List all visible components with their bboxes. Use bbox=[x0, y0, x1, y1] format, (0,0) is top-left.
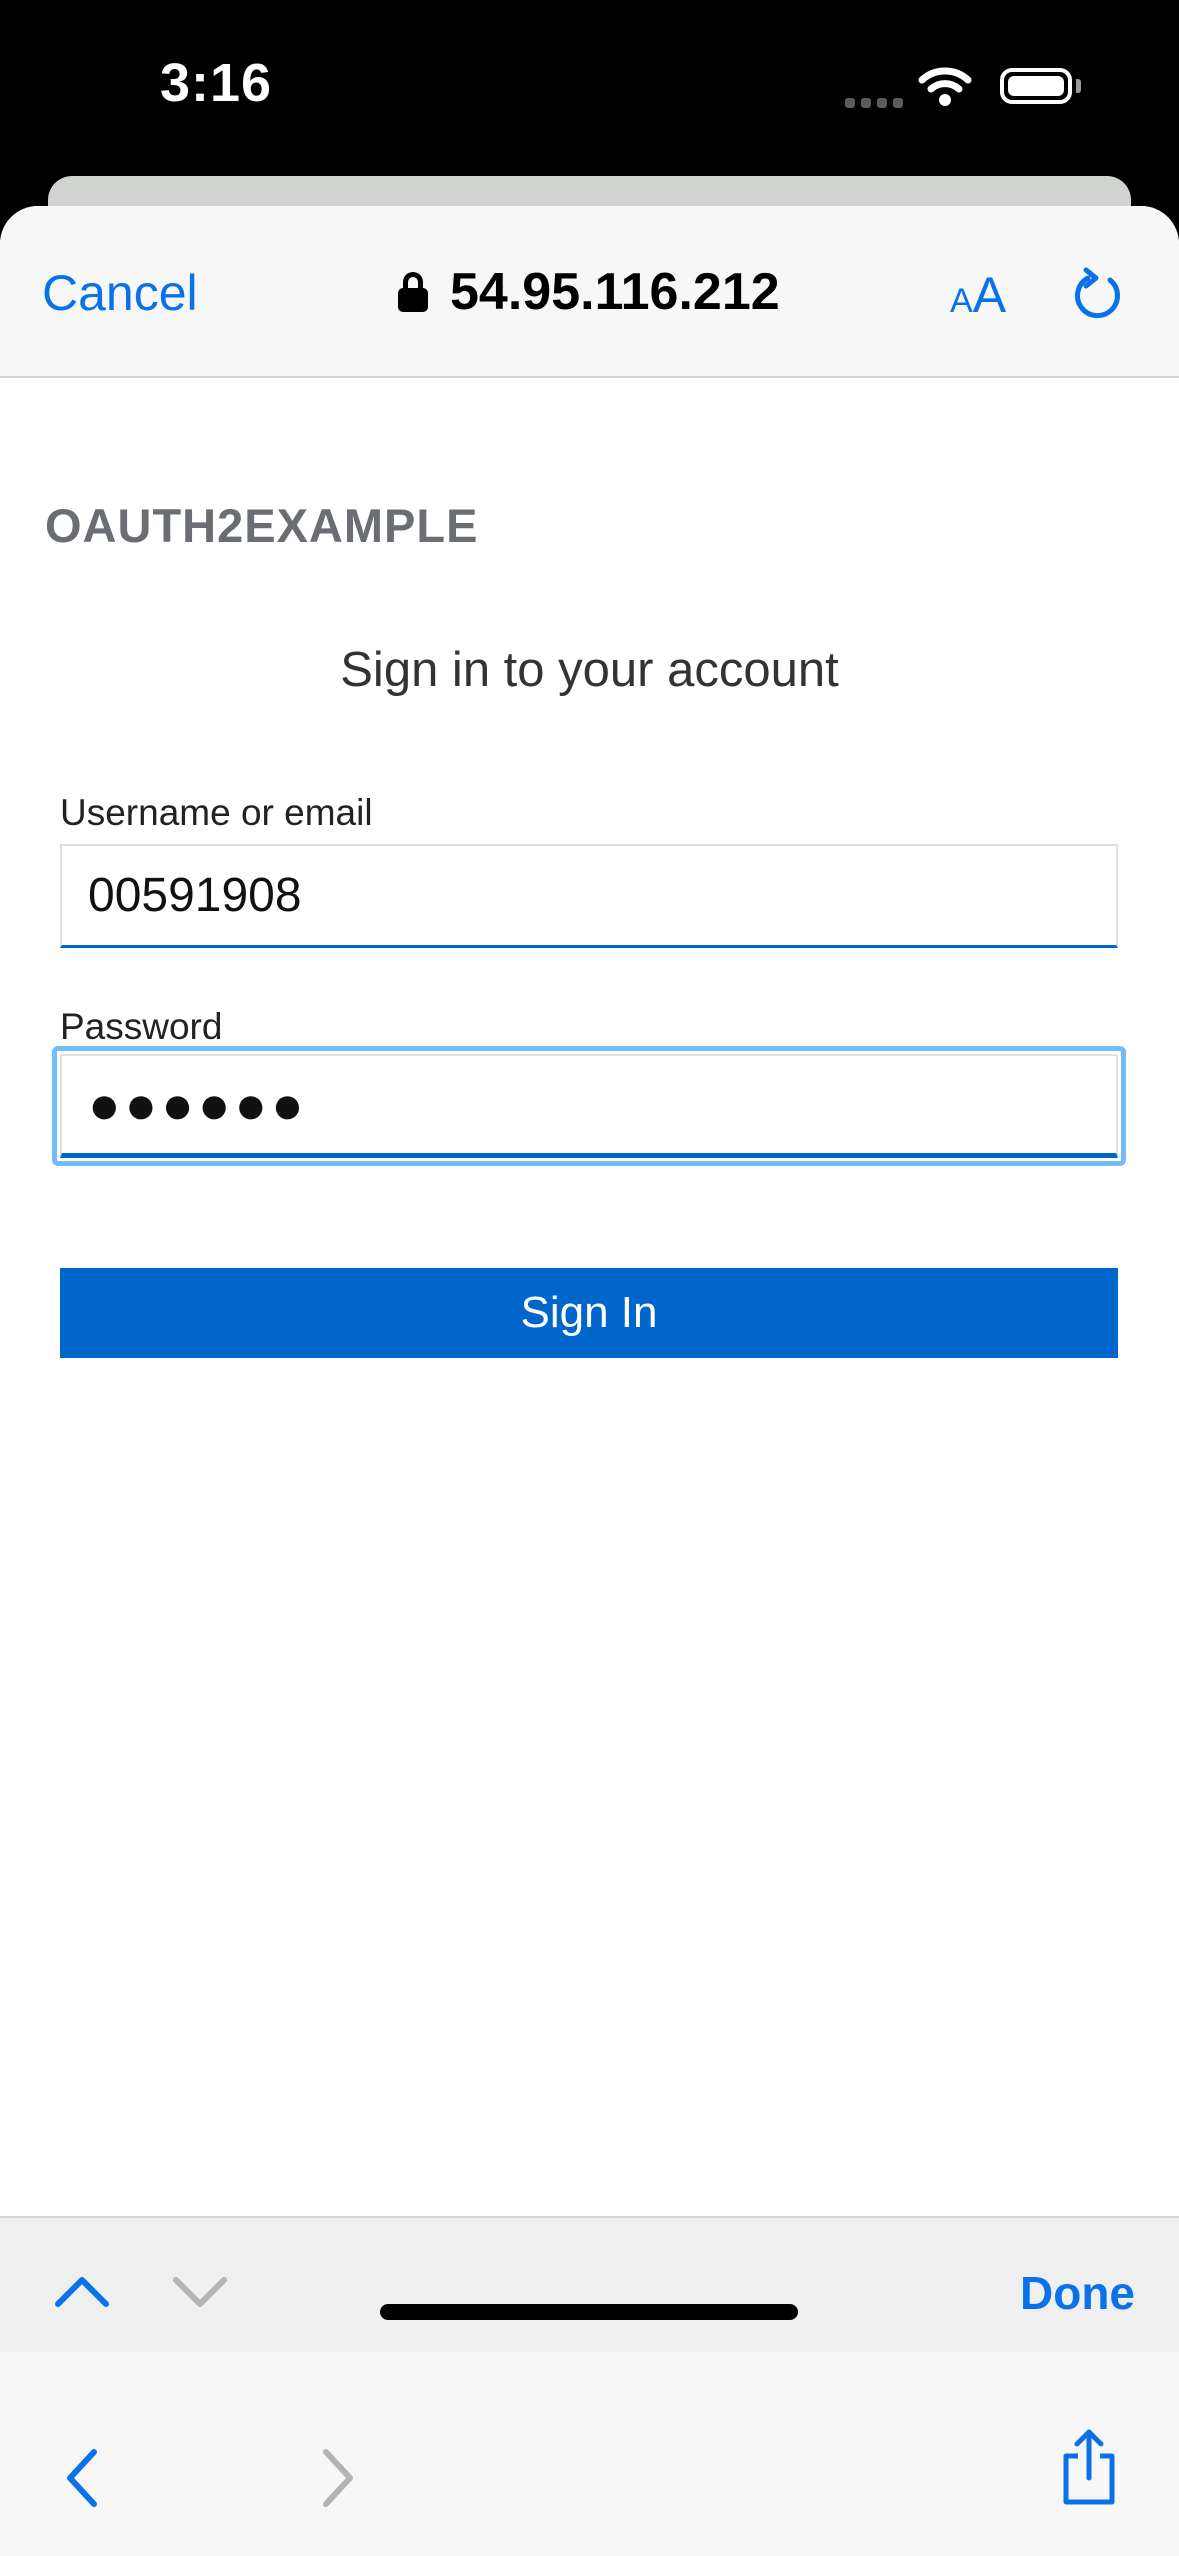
sign-in-button[interactable]: Sign In bbox=[60, 1268, 1118, 1358]
status-time: 3:16 bbox=[160, 53, 273, 113]
username-label: Username or email bbox=[60, 792, 373, 833]
done-button[interactable]: Done bbox=[1020, 2266, 1135, 2320]
browser-sheet: Cancel 54.95.116.212 AA OAUTH2EXAMPLE Si… bbox=[0, 206, 1179, 2556]
reload-icon[interactable] bbox=[1070, 266, 1126, 327]
battery-icon bbox=[1000, 68, 1072, 104]
username-value: 00591908 bbox=[88, 869, 302, 922]
next-field-icon[interactable] bbox=[170, 2272, 230, 2317]
page-title: Sign in to your account bbox=[340, 643, 839, 697]
text-size-icon[interactable]: AA bbox=[950, 266, 1006, 324]
password-label: Password bbox=[60, 1006, 223, 1047]
share-icon[interactable] bbox=[1058, 2428, 1120, 2513]
browser-nav-bar: Cancel 54.95.116.212 AA bbox=[0, 206, 1179, 378]
url-text: 54.95.116.212 bbox=[450, 263, 780, 321]
username-field[interactable]: 00591908 bbox=[60, 844, 1118, 948]
lock-icon bbox=[398, 272, 428, 312]
keyboard-accessory-bar: Done bbox=[0, 2216, 1179, 2352]
realm-name: OAUTH2EXAMPLE bbox=[45, 499, 479, 552]
battery-cap bbox=[1076, 79, 1081, 93]
forward-icon[interactable] bbox=[318, 2446, 358, 2515]
wifi-icon bbox=[918, 64, 972, 113]
password-field[interactable]: ●●●●●● bbox=[60, 1054, 1118, 1158]
home-indicator bbox=[380, 2304, 798, 2320]
cellular-signal-icon bbox=[845, 95, 909, 113]
previous-field-icon[interactable] bbox=[52, 2272, 112, 2317]
back-icon[interactable] bbox=[62, 2446, 102, 2515]
address-bar[interactable]: 54.95.116.212 bbox=[398, 262, 780, 322]
cancel-button[interactable]: Cancel bbox=[42, 264, 198, 322]
password-value: ●●●●●● bbox=[88, 1074, 308, 1135]
